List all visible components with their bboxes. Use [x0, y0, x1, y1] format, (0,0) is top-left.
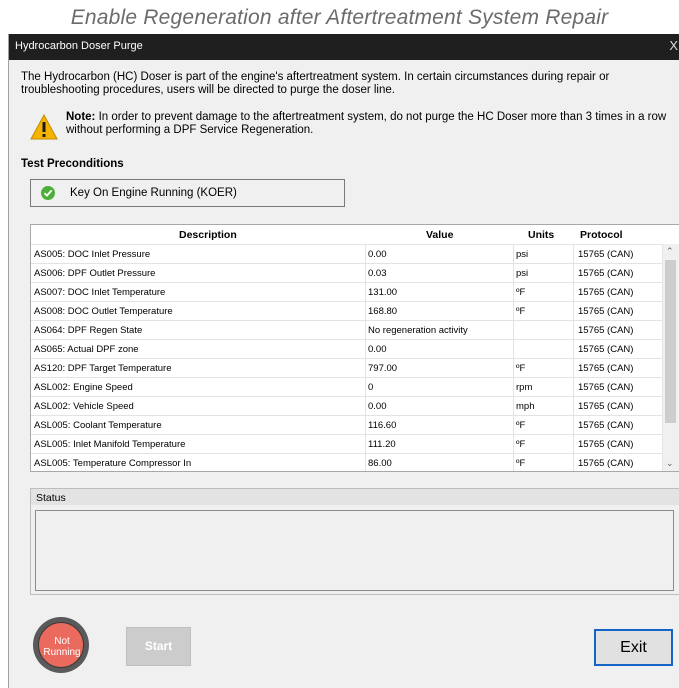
- cell-protocol: 15765 (CAN): [578, 344, 634, 355]
- cell-description: ASL005: Inlet Manifold Temperature: [34, 439, 186, 450]
- dialog-window: Hydrocarbon Doser Purge X The Hydrocarbo…: [8, 34, 679, 688]
- cell-value: 111.20: [368, 439, 396, 450]
- not-running-indicator: Not Running: [33, 617, 89, 673]
- cell-protocol: 15765 (CAN): [578, 268, 634, 279]
- cell-description: ASL002: Engine Speed: [34, 382, 133, 393]
- cell-value: 168.80: [368, 306, 398, 317]
- table-row[interactable]: AS005: DOC Inlet Pressure 0.00 psi 15765 (C…: [31, 244, 663, 264]
- cell-units: ºF: [516, 420, 526, 431]
- cell-units: ºF: [516, 306, 526, 317]
- table-header: Description Value Units Protocol: [31, 225, 679, 244]
- column-header-units[interactable]: Units: [528, 229, 554, 241]
- cell-description: ASL005: Coolant Temperature: [34, 420, 162, 431]
- cell-description: ASL002: Vehicle Speed: [34, 401, 134, 412]
- cell-description: ASL005: Temperature Compressor In: [34, 458, 192, 469]
- preconditions-heading: Test Preconditions: [21, 158, 124, 170]
- cell-value: No regeneration activity: [368, 325, 468, 336]
- cell-units: psi: [516, 268, 529, 279]
- cell-protocol: 15765 (CAN): [578, 287, 634, 298]
- cell-units: ºF: [516, 363, 526, 374]
- cell-protocol: 15765 (CAN): [578, 363, 634, 374]
- table-row[interactable]: AS120: DPF Target Temperature 797.00 ºF 157…: [31, 358, 663, 378]
- cell-protocol: 15765 (CAN): [578, 458, 634, 469]
- window-title: Hydrocarbon Doser Purge: [15, 40, 143, 52]
- cell-value: 0.03: [368, 268, 387, 279]
- column-header-description[interactable]: Description: [179, 229, 237, 241]
- cell-units: [516, 340, 571, 359]
- cell-units: psi: [516, 249, 529, 260]
- status-heading: Status: [36, 492, 66, 504]
- table-row[interactable]: ASL002: Vehicle Speed 0.00 mph 15765 (CAN): [31, 396, 663, 416]
- warning-icon: [30, 113, 58, 140]
- indicator-lamp: Not Running: [38, 622, 84, 668]
- parameters-table: Description Value Units Protocol AS005: …: [30, 224, 679, 472]
- cell-description: AS120: DPF Target Temperature: [34, 363, 172, 374]
- cell-protocol: 15765 (CAN): [578, 382, 634, 393]
- cell-value: 0.00: [368, 344, 387, 355]
- cell-protocol: 15765 (CAN): [578, 420, 634, 431]
- check-icon: [41, 186, 55, 200]
- close-icon[interactable]: X: [669, 38, 678, 53]
- intro-text: The Hydrocarbon (HC) Doser is part of th…: [21, 71, 610, 96]
- scroll-down-icon[interactable]: ⌄: [666, 458, 674, 469]
- note-label: Note:: [66, 111, 96, 123]
- table-row[interactable]: AS006: DPF Outlet Pressure 0.03 psi 15765 (…: [31, 263, 663, 283]
- cell-units: mph: [516, 401, 535, 412]
- cell-protocol: 15765 (CAN): [578, 306, 634, 317]
- cell-units: ºF: [516, 458, 526, 469]
- vertical-scrollbar[interactable]: ⌃ ⌄: [662, 244, 679, 471]
- cell-units: [516, 321, 571, 340]
- cell-value: 86.00: [368, 458, 392, 469]
- note-text: Note: In order to prevent damage to the …: [66, 111, 674, 137]
- precondition-label: Key On Engine Running (KOER): [70, 187, 237, 199]
- cell-description: AS006: DPF Outlet Pressure: [34, 268, 156, 279]
- precondition-item: Key On Engine Running (KOER): [30, 179, 345, 207]
- cell-units: rpm: [516, 382, 533, 393]
- cell-protocol: 15765 (CAN): [578, 325, 634, 336]
- status-header: Status: [30, 488, 679, 506]
- cell-value: 116.60: [368, 420, 397, 431]
- exit-button[interactable]: Exit: [594, 629, 673, 666]
- column-header-value[interactable]: Value: [426, 229, 453, 241]
- cell-protocol: 15765 (CAN): [578, 401, 634, 412]
- indicator-label: Not Running: [43, 636, 81, 658]
- cell-description: AS065: Actual DPF zone: [34, 344, 139, 355]
- cell-description: AS005: DOC Inlet Pressure: [34, 249, 151, 260]
- table-row[interactable]: ASL005: Coolant Temperature 116.60 ºF 15765…: [31, 415, 663, 435]
- cell-units: ºF: [516, 287, 526, 298]
- cell-protocol: 15765 (CAN): [578, 249, 634, 260]
- table-row[interactable]: ASL005: Temperature Compressor In 86.00 ºF…: [31, 453, 663, 471]
- table-row[interactable]: AS065: Actual DPF zone 0.00 15765 (CAN): [31, 339, 663, 359]
- page-caption: Enable Regeneration after Aftertreatment…: [70, 6, 609, 29]
- cell-description: AS007: DOC Inlet Temperature: [34, 287, 166, 298]
- scroll-up-icon[interactable]: ⌃: [666, 246, 674, 257]
- cell-value: 797.00: [368, 363, 398, 374]
- cell-value: 0: [368, 382, 374, 393]
- scrollbar-thumb[interactable]: [665, 260, 676, 423]
- start-button[interactable]: Start: [126, 627, 191, 666]
- cell-description: AS064: DPF Regen State: [34, 325, 143, 336]
- table-row[interactable]: ASL005: Inlet Manifold Temperature 111.20…: [31, 434, 663, 454]
- cell-units: ºF: [516, 439, 526, 450]
- status-text-area: [35, 510, 674, 591]
- table-row[interactable]: AS064: DPF Regen State No regeneration ac…: [31, 320, 663, 340]
- table-row[interactable]: AS007: DOC Inlet Temperature 131.00 ºF 1576…: [31, 282, 663, 302]
- title-bar[interactable]: Hydrocarbon Doser Purge X: [9, 34, 679, 60]
- note-body: In order to prevent damage to the aftert…: [66, 111, 667, 136]
- cell-value: 0.00: [368, 401, 387, 412]
- cell-protocol: 15765 (CAN): [578, 439, 634, 450]
- table-row[interactable]: AS008: DOC Outlet Temperature 168.80 ºF 157…: [31, 301, 663, 321]
- cell-value: 0.00: [368, 249, 387, 260]
- table-row[interactable]: ASL002: Engine Speed 0 rpm 15765 (CAN): [31, 377, 663, 397]
- column-header-protocol[interactable]: Protocol: [580, 229, 623, 241]
- cell-description: AS008: DOC Outlet Temperature: [34, 306, 173, 317]
- cell-value: 131.00: [368, 287, 398, 298]
